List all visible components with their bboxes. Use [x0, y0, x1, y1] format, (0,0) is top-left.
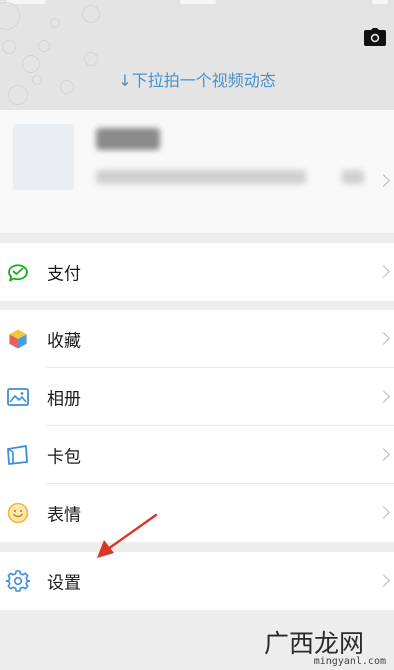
watermark-text: 广西龙网 — [263, 629, 364, 658]
annotation-arrow — [97, 513, 158, 558]
watermark-url: mingyanl.com — [313, 656, 386, 667]
